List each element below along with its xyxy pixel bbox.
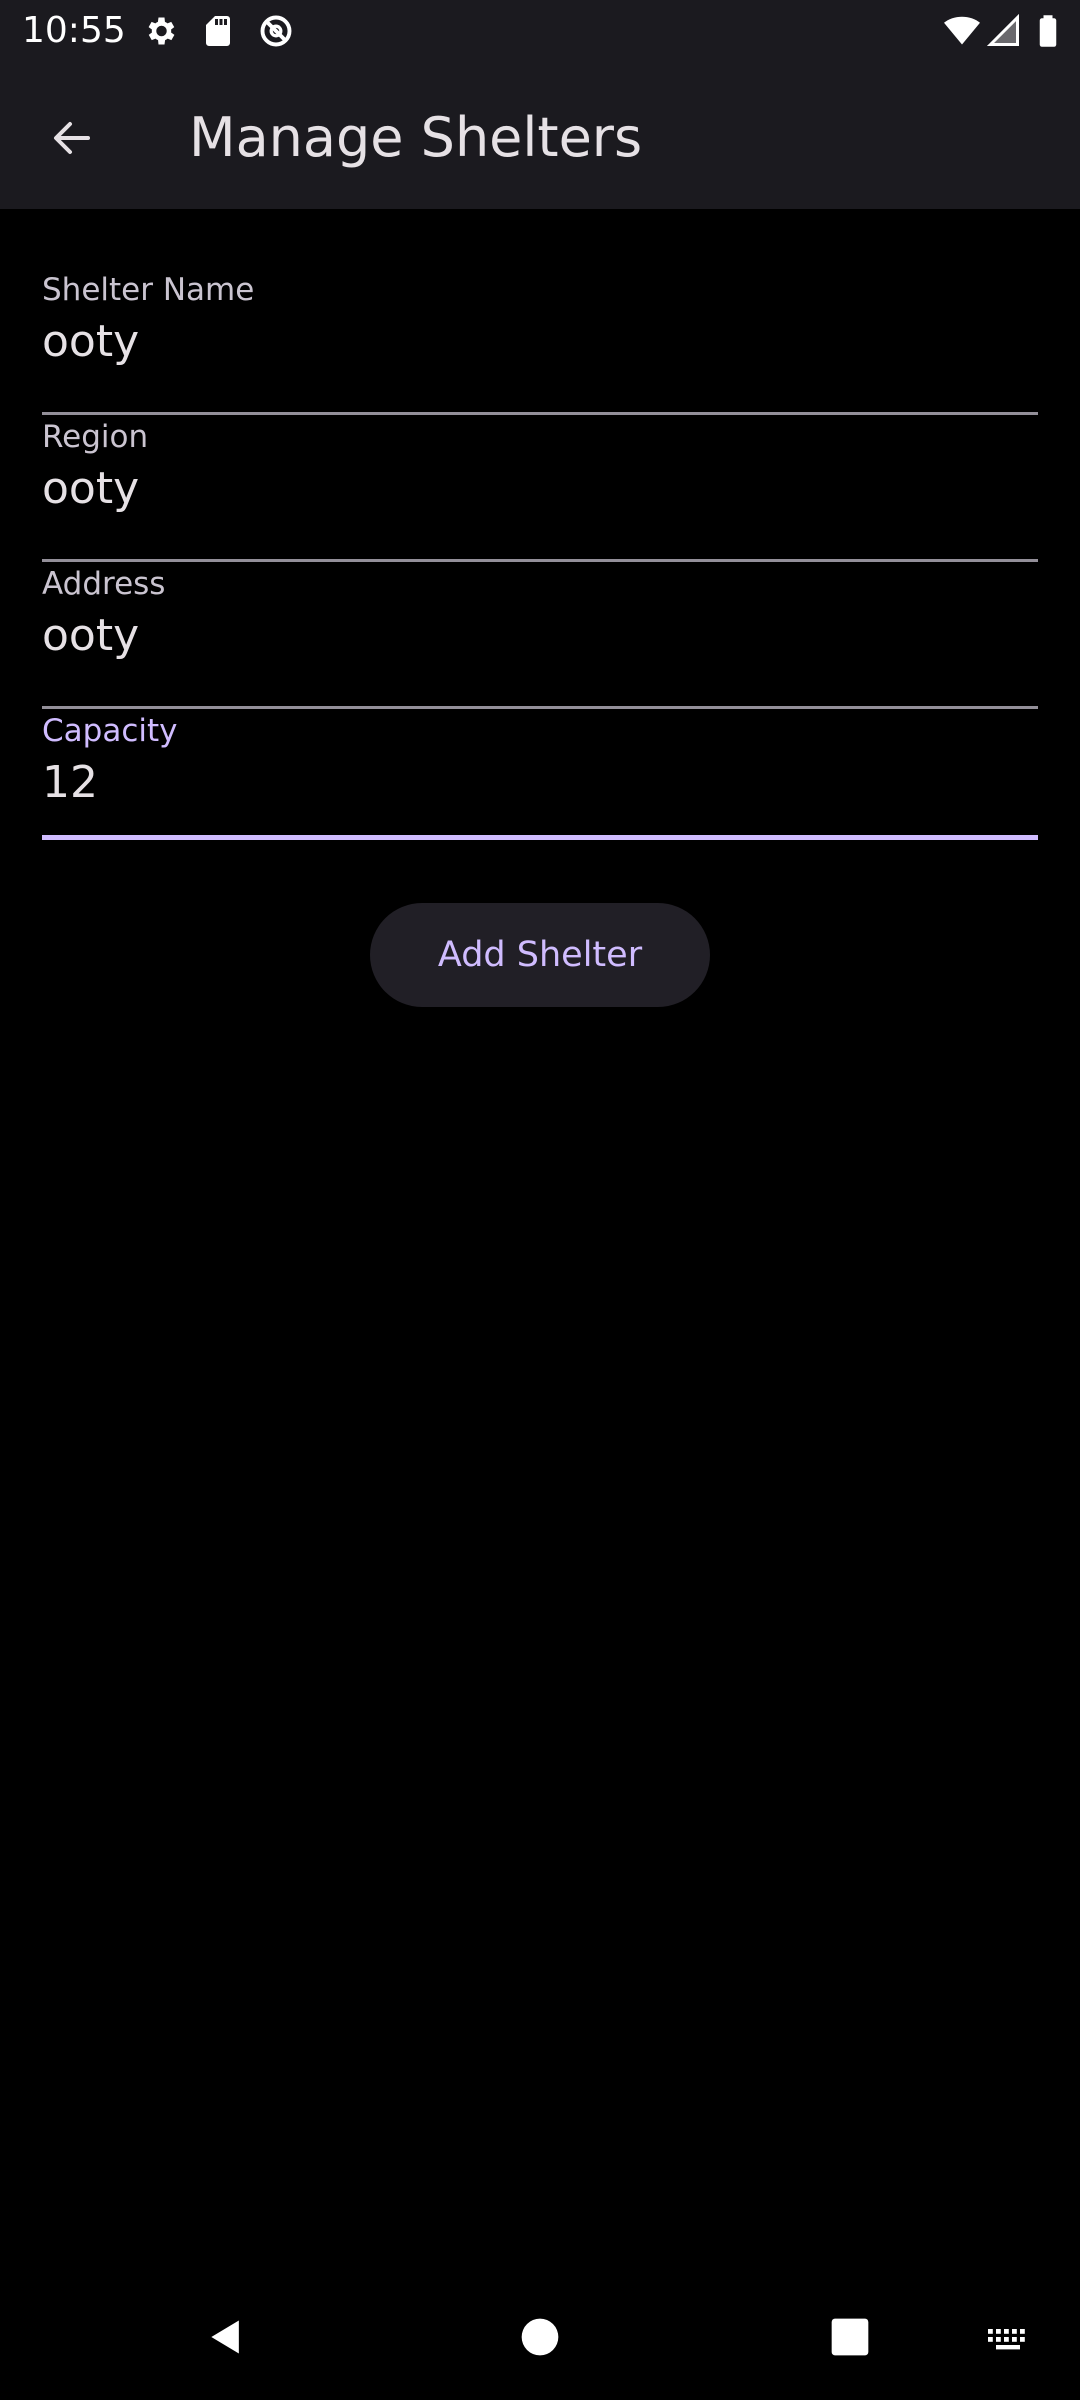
home-icon bbox=[521, 2318, 559, 2356]
capacity-label: Capacity bbox=[42, 713, 178, 749]
back-button[interactable] bbox=[30, 96, 114, 180]
region-input[interactable]: ooty bbox=[42, 461, 139, 517]
capacity-underline bbox=[42, 835, 1038, 840]
shelter-name-label: Shelter Name bbox=[42, 272, 255, 308]
shelter-name-field[interactable]: Shelter Name ooty bbox=[42, 270, 1038, 415]
settings-icon bbox=[142, 13, 178, 49]
battery-icon bbox=[1030, 13, 1066, 49]
capacity-input[interactable]: 12 bbox=[42, 755, 98, 811]
keyboard-icon bbox=[988, 2329, 1025, 2350]
shelter-name-input[interactable]: ooty bbox=[42, 314, 139, 370]
nav-home-button[interactable] bbox=[480, 2274, 600, 2400]
region-underline bbox=[42, 559, 1038, 562]
wifi-icon bbox=[944, 13, 980, 49]
page-title: Manage Shelters bbox=[189, 106, 643, 169]
status-time: 10:55 bbox=[22, 10, 126, 51]
system-nav-bar bbox=[0, 2274, 1080, 2400]
capacity-field[interactable]: Capacity 12 bbox=[42, 711, 1038, 840]
sd-card-icon bbox=[200, 13, 236, 49]
address-field[interactable]: Address ooty bbox=[42, 564, 1038, 709]
address-input[interactable]: ooty bbox=[42, 608, 139, 664]
region-field[interactable]: Region ooty bbox=[42, 417, 1038, 562]
arrow-back-icon bbox=[54, 122, 90, 154]
app-bar: Manage Shelters bbox=[0, 62, 1080, 209]
signal-icon bbox=[986, 13, 1022, 49]
region-label: Region bbox=[42, 419, 149, 455]
add-shelter-button[interactable]: Add Shelter bbox=[370, 903, 710, 1007]
address-label: Address bbox=[42, 566, 166, 602]
nav-keyboard-button[interactable] bbox=[948, 2274, 1068, 2400]
nav-back-button[interactable] bbox=[166, 2274, 286, 2400]
data-saver-icon bbox=[258, 13, 294, 49]
shelter-name-underline bbox=[42, 412, 1038, 415]
recents-icon bbox=[831, 2318, 869, 2356]
back-icon bbox=[211, 2320, 239, 2354]
address-underline bbox=[42, 706, 1038, 709]
status-bar: 10:55 bbox=[0, 0, 1080, 62]
nav-recents-button[interactable] bbox=[790, 2274, 910, 2400]
